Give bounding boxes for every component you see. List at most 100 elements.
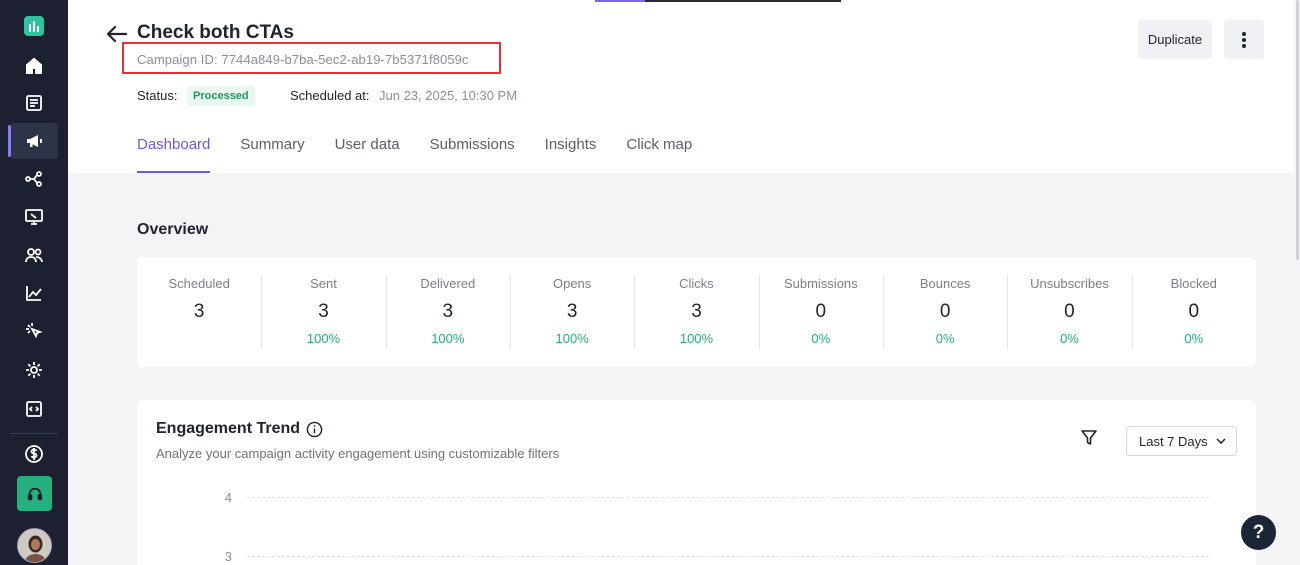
stat-label: Submissions [783,276,858,291]
grid-line [247,556,1209,557]
y-axis-tick: 4 [224,490,232,505]
document-icon [26,95,42,111]
sidebar-item-audience[interactable] [10,237,58,273]
sidebar-item-billing[interactable] [10,436,58,472]
tab-submissions[interactable]: Submissions [430,136,515,173]
stat-opens: Opens 3 100% [509,273,634,351]
kebab-menu-icon [1242,31,1246,48]
user-avatar-image [18,529,51,562]
stat-percent: 0% [1184,331,1204,346]
date-range-value: Last 7 Days [1139,433,1208,449]
stat-blocked: Blocked 0 0% [1131,273,1256,351]
sidebar-item-analytics[interactable] [10,275,58,311]
campaign-tabs: Dashboard Summary User data Submissions … [137,136,692,173]
stat-label: Delivered [420,276,476,291]
stat-value: 3 [318,301,329,322]
info-icon[interactable] [306,421,323,438]
status-label: Status: [137,88,178,103]
stat-percent: 0% [811,331,831,346]
stat-value: 0 [1064,301,1075,322]
stat-percent: 0% [935,331,955,346]
stat-scheduled: Scheduled 3 [137,273,261,351]
date-range-select[interactable]: Last 7 Days [1126,426,1237,456]
sidebar-item-campaigns[interactable] [8,123,58,159]
stat-percent: 100% [679,331,714,346]
tab-summary[interactable]: Summary [240,136,304,173]
overview-card: Scheduled 3 Sent 3 100% Delivered 3 100%… [137,257,1256,367]
gear-icon [26,362,42,378]
stat-clicks: Clicks 3 100% [634,273,758,351]
grid-line [247,497,1209,498]
engagement-subtitle: Analyze your campaign activity engagemen… [156,446,560,461]
app-logo[interactable] [24,16,44,36]
sidebar-item-settings[interactable] [10,352,58,388]
top-progress-bar [645,0,841,2]
stat-value: 0 [939,301,951,322]
sidebar-divider [10,433,58,434]
help-button[interactable]: ? [1241,515,1276,550]
dollar-icon [25,445,43,463]
stat-bounces: Bounces 0 0% [882,273,1007,351]
stat-label: Scheduled [168,276,230,291]
stat-label: Sent [310,276,337,291]
users-icon [25,248,43,263]
tab-click-map[interactable]: Click map [626,136,692,173]
tab-insights[interactable]: Insights [545,136,597,173]
top-accent-bar [595,0,645,2]
chart-icon [26,286,42,301]
headphones-icon [27,487,42,500]
status-badge: Processed [187,86,255,106]
sidebar [0,0,68,565]
stat-label: Bounces [919,276,971,291]
sidebar-item-home[interactable] [10,48,58,84]
stat-value: 3 [566,301,578,322]
home-icon [26,57,42,74]
scheduled-label: Scheduled at: [290,88,370,103]
filter-icon[interactable] [1080,429,1098,447]
stat-percent: 100% [306,331,341,346]
overview-title: Overview [137,221,209,238]
chevron-down-icon [1216,438,1226,444]
sidebar-item-interactions[interactable] [10,313,58,349]
engagement-title: Engagement Trend [156,420,323,438]
duplicate-button[interactable]: Duplicate [1138,20,1212,59]
sidebar-item-screens[interactable] [10,199,58,235]
tab-dashboard[interactable]: Dashboard [137,136,211,173]
engagement-title-text: Engagement Trend [156,420,301,437]
avatar[interactable] [17,528,52,563]
campaign-id: Campaign ID: 7744a849-b7ba-5ec2-ab19-7b5… [137,52,469,67]
scheduled-value: Jun 23, 2025, 10:30 PM [379,88,518,103]
code-icon [26,401,42,417]
flow-icon [25,171,42,187]
tab-user-data[interactable]: User data [335,136,400,173]
cursor-click-icon [26,323,43,339]
y-axis-tick: 3 [224,549,232,564]
stat-percent: 100% [431,331,465,346]
sidebar-item-flows[interactable] [10,161,58,197]
back-arrow-icon[interactable] [106,24,128,44]
monitor-icon [25,209,43,225]
support-button[interactable] [17,476,52,511]
stat-value: 3 [442,301,454,322]
sidebar-item-developer[interactable] [10,391,58,427]
stat-value: 3 [193,301,205,322]
sidebar-item-templates[interactable] [10,85,58,121]
stat-percent: 0% [1060,331,1079,346]
stat-value: 0 [815,301,827,322]
stat-value: 3 [691,301,702,322]
stat-label: Clicks [679,276,714,291]
stat-label: Opens [552,276,592,291]
stat-submissions: Submissions 0 0% [758,273,883,351]
stat-label: Blocked [1170,276,1217,291]
megaphone-icon [27,135,42,147]
stat-sent: Sent 3 100% [261,273,385,351]
stat-unsubscribes: Unsubscribes 0 0% [1007,273,1131,351]
stat-value: 0 [1188,301,1200,322]
stat-delivered: Delivered 3 100% [385,273,510,351]
engagement-trend-card: Engagement Trend Analyze your campaign a… [137,400,1256,565]
campaign-header: Check both CTAs Campaign ID: 7744a849-b7… [68,0,1300,173]
scrollbar-thumb[interactable] [1296,0,1299,260]
more-options-button[interactable] [1224,20,1264,59]
stat-label: Unsubscribes [1030,276,1109,291]
page-title: Check both CTAs [137,22,294,43]
